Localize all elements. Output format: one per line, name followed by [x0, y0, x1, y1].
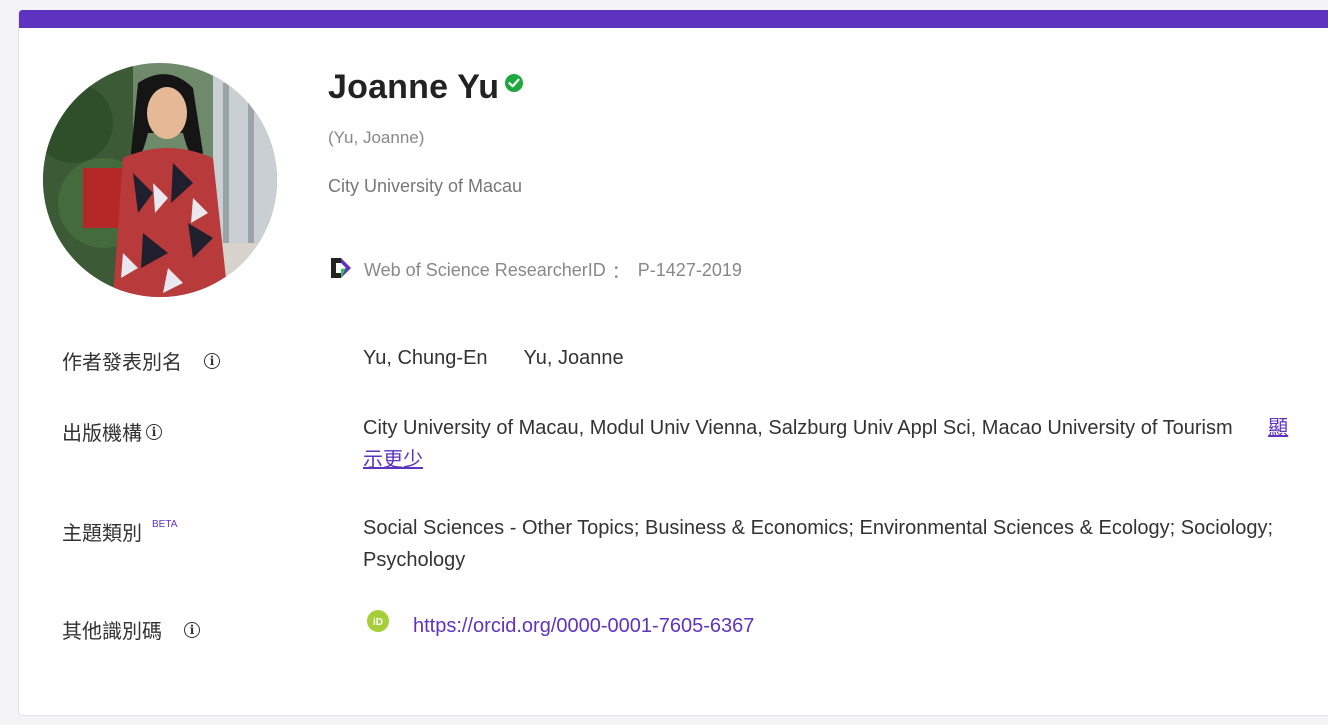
info-icon[interactable]: i	[184, 621, 200, 638]
categories-values: Social Sciences - Other Topics; Business…	[363, 517, 1274, 571]
info-icon[interactable]: i	[204, 352, 220, 369]
orcid-icon: iD	[367, 610, 389, 642]
aliases-label-row: 作者發表別名 i	[62, 346, 220, 375]
organizations-label-row: 出版機構 i	[62, 417, 162, 446]
alias-item: Yu, Chung-En	[363, 347, 488, 369]
categories-label-row: 主題類別 BETA	[62, 517, 177, 546]
orcid-link[interactable]: https://orcid.org/0000-0001-7605-6367	[413, 610, 754, 642]
identifiers-label-row: 其他識別碼 i	[62, 615, 200, 644]
identifiers-label: 其他識別碼	[62, 619, 162, 643]
researcher-id-value: P-1427-2019	[637, 260, 742, 280]
categories-label: 主題類別	[62, 521, 142, 545]
beta-badge: BETA	[152, 519, 178, 530]
identifiers-values: iD https://orcid.org/0000-0001-7605-6367	[363, 610, 1303, 642]
alias-item: Yu, Joanne	[523, 347, 624, 369]
name-row: Joanne Yu	[328, 68, 524, 107]
organizations-label: 出版機構	[62, 421, 142, 445]
organizations-list: City University of Macau, Modul Univ Vie…	[363, 417, 1233, 439]
top-accent-bar	[19, 10, 1328, 28]
primary-institution: City University of Macau	[328, 176, 523, 196]
aliases-label: 作者發表別名	[62, 350, 182, 374]
researcher-id-separator: ：	[611, 261, 630, 282]
profile-card: Joanne Yu (Yu, Joanne) City University o…	[18, 10, 1328, 716]
aliases-values: Yu, Chung-En Yu, Joanne	[363, 342, 1303, 374]
alternate-name: (Yu, Joanne)	[328, 128, 425, 147]
avatar	[43, 63, 277, 297]
svg-text:iD: iD	[373, 617, 383, 628]
researcher-id-label: Web of Science ResearcherID	[364, 260, 606, 280]
web-of-science-icon	[328, 255, 354, 286]
organizations-values: City University of Macau, Modul Univ Vie…	[363, 412, 1303, 476]
researcher-name: Joanne Yu	[328, 68, 500, 106]
researcher-id-row: Web of Science ResearcherID ： P-1427-201…	[328, 255, 742, 286]
info-icon[interactable]: i	[146, 423, 162, 440]
verified-check-icon	[505, 74, 524, 97]
